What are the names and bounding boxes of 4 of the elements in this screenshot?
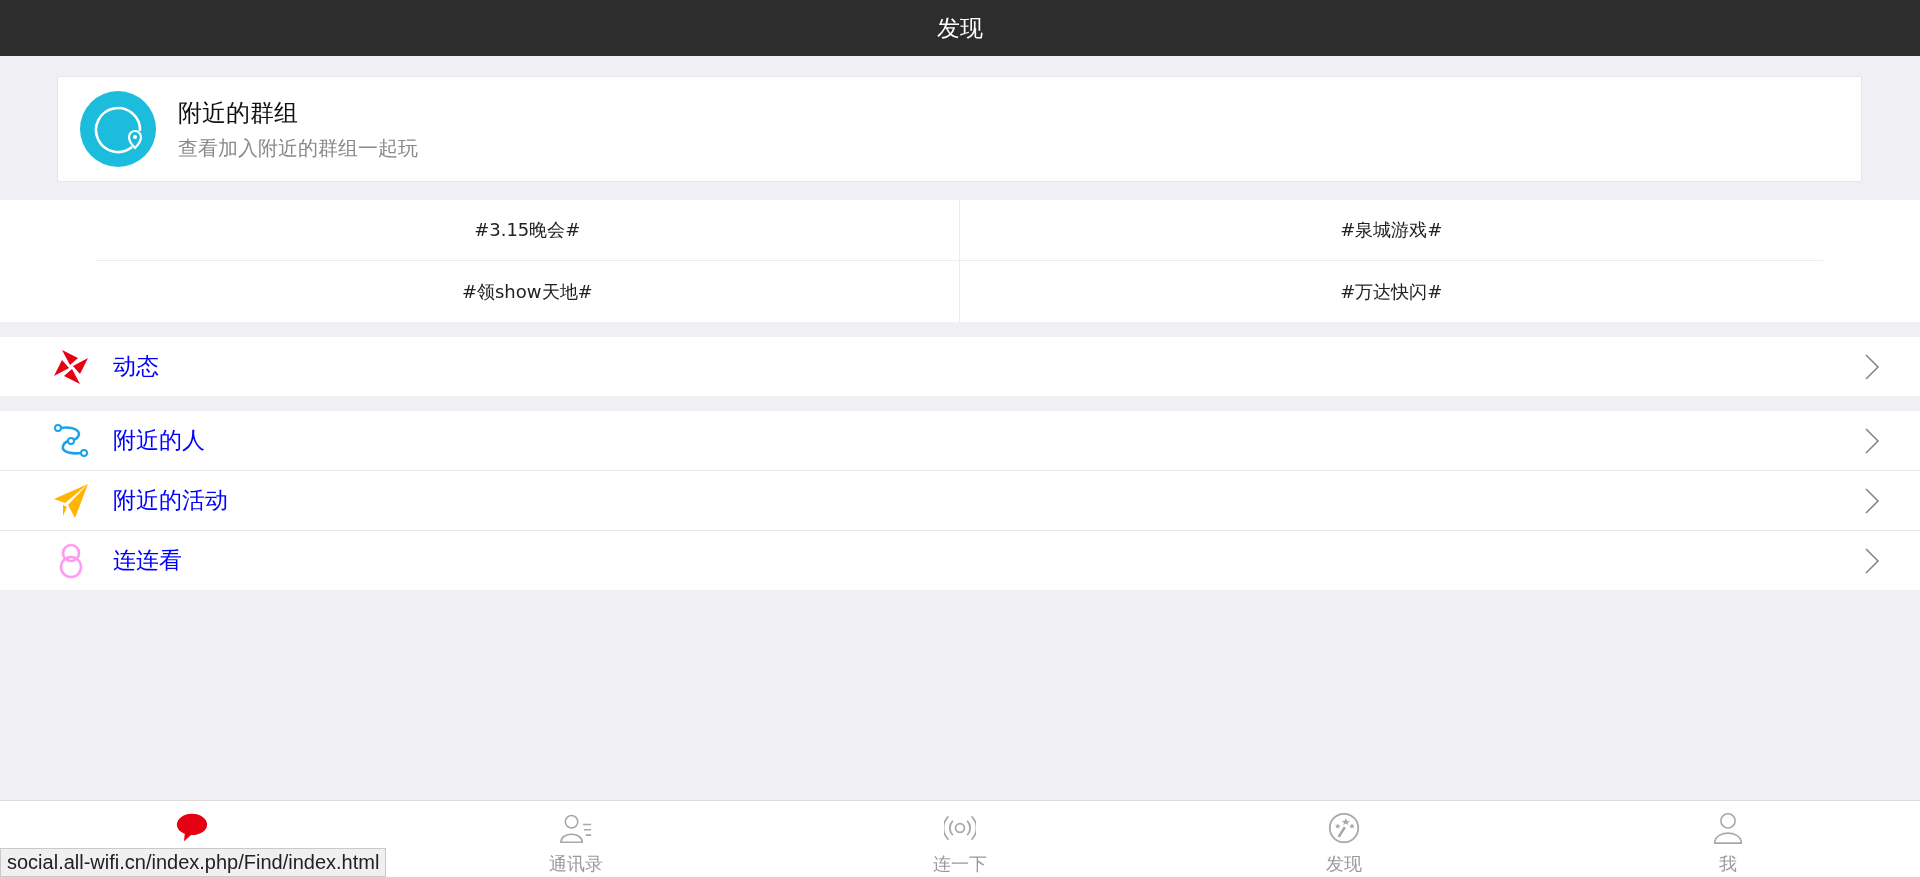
card-title: 附近的群组 <box>178 97 299 129</box>
page-title: 发现 <box>937 13 983 43</box>
card-subtitle: 查看加入附近的群组一起玩 <box>178 134 418 162</box>
status-url-tooltip: social.all-wifi.cn/index.php/Find/index.html <box>0 848 387 877</box>
